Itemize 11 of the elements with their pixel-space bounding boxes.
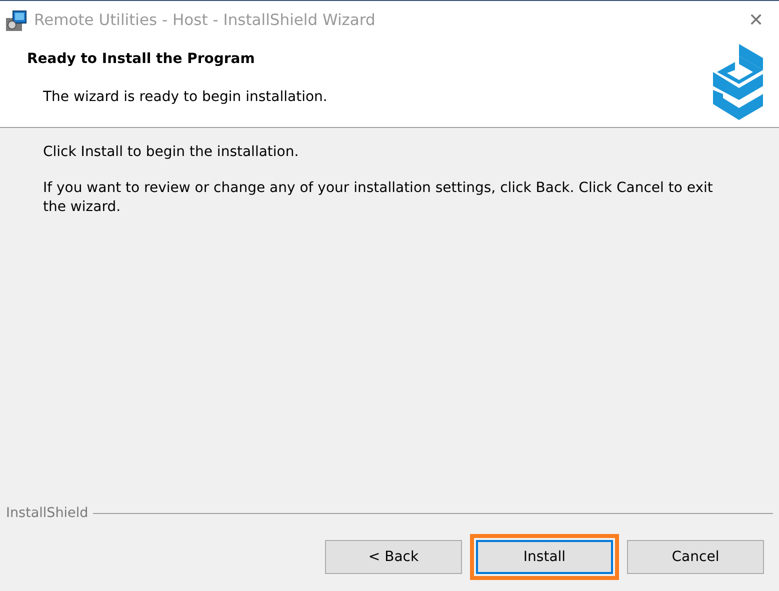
brand-label: InstallShield bbox=[6, 504, 88, 523]
wizard-button[interactable]: < Back bbox=[325, 540, 462, 574]
close-button[interactable]: ✕ bbox=[733, 7, 779, 34]
page-subtitle: The wizard is ready to begin installation. bbox=[43, 88, 328, 107]
window-title: Remote Utilities - Host - InstallShield Wizard bbox=[34, 10, 376, 31]
instruction-text: Click Install to begin the installation. bbox=[43, 143, 300, 162]
installer-icon bbox=[4, 8, 28, 32]
wizard-button[interactable]: Cancel bbox=[627, 540, 764, 574]
page-title: Ready to Install the Program bbox=[27, 50, 256, 69]
instruction-text: If you want to review or change any of your installation settings, click Back. Click Cancel to exit the wizard. bbox=[43, 179, 714, 217]
wizard-button[interactable]: Install bbox=[476, 540, 613, 574]
